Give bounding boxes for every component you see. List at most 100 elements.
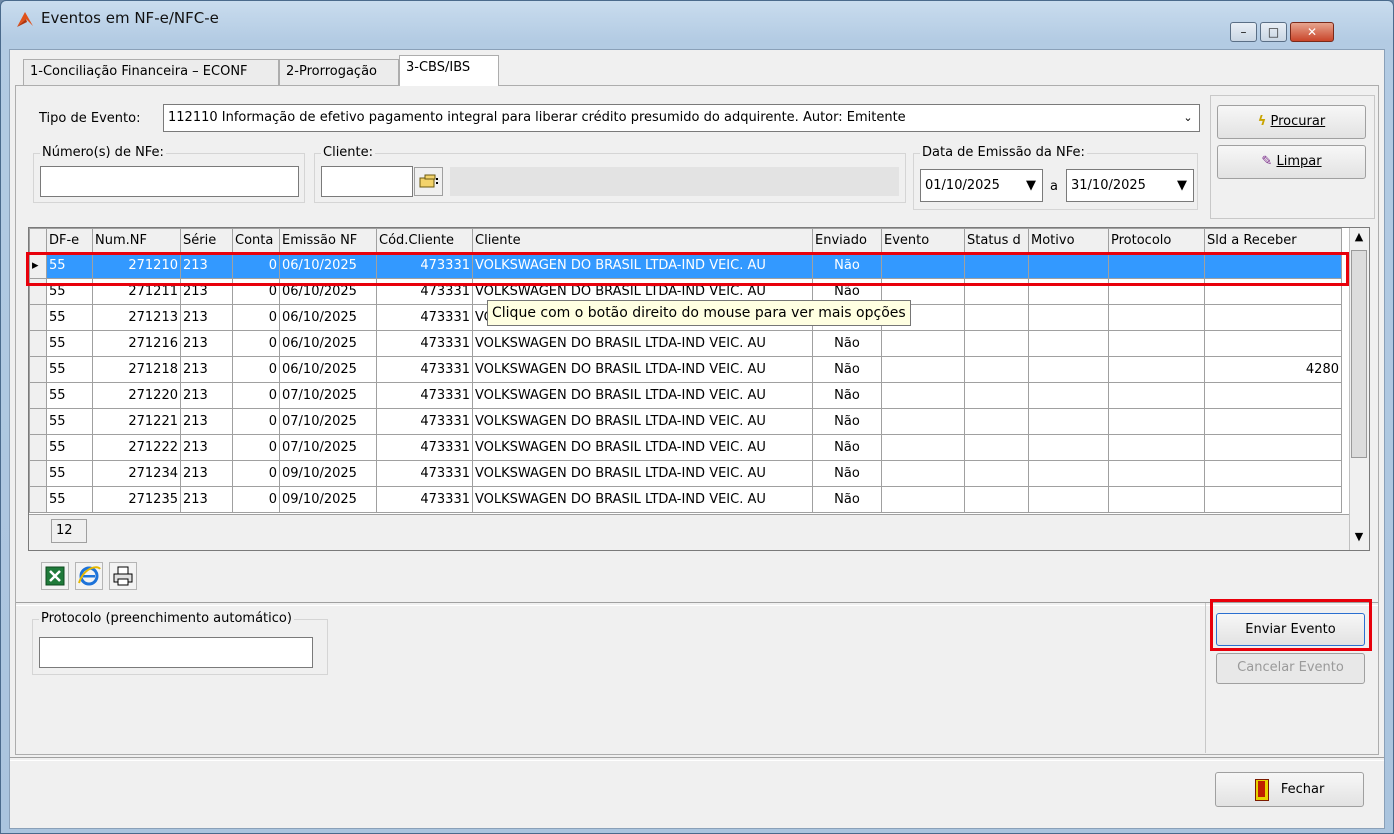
table-cell[interactable]: VOLKSWAGEN DO BRASIL LTDA-IND VEIC. AU bbox=[472, 408, 813, 435]
table-cell[interactable] bbox=[881, 486, 965, 513]
table-cell[interactable]: 271211 bbox=[92, 278, 181, 305]
table-cell[interactable] bbox=[1108, 486, 1205, 513]
row-indicator[interactable] bbox=[29, 304, 47, 331]
nfe-grid[interactable]: DF-e Num.NF Série Conta Emissão NF Cód.Client… bbox=[28, 227, 1370, 551]
table-cell[interactable]: 213 bbox=[180, 304, 233, 331]
excel-export-button[interactable] bbox=[41, 562, 69, 590]
protocolo-input[interactable] bbox=[39, 637, 313, 668]
table-row[interactable]: ▸ 55 271210 213 0 06/10/2025 473331 VOLKSWAGEN … bbox=[29, 252, 1342, 279]
table-cell[interactable] bbox=[1108, 434, 1205, 461]
procurar-button[interactable]: ϟ Procurar bbox=[1217, 105, 1366, 139]
table-cell[interactable]: VOLKSWAGEN DO BRASIL LTDA-IND VEIC. AU bbox=[472, 434, 813, 461]
cliente-lookup-button[interactable] bbox=[414, 167, 443, 196]
row-indicator[interactable] bbox=[29, 382, 47, 409]
enviar-evento-button[interactable]: Enviar Evento bbox=[1216, 613, 1365, 646]
table-cell[interactable]: 271222 bbox=[92, 434, 181, 461]
table-cell[interactable]: 06/10/2025 bbox=[279, 278, 377, 305]
close-button[interactable]: ✕ bbox=[1290, 22, 1334, 42]
table-row[interactable]: 55 271216 213 0 06/10/2025 473331 VOLKSWAGEN D… bbox=[29, 330, 1342, 357]
column-header[interactable]: Emissão NF bbox=[279, 228, 377, 253]
table-cell[interactable] bbox=[1028, 330, 1109, 357]
table-cell[interactable]: 213 bbox=[180, 460, 233, 487]
table-cell[interactable] bbox=[1204, 278, 1342, 305]
table-cell[interactable]: 55 bbox=[46, 382, 93, 409]
table-cell[interactable] bbox=[964, 460, 1029, 487]
cancelar-evento-button[interactable]: Cancelar Evento bbox=[1216, 653, 1365, 684]
table-cell[interactable] bbox=[1108, 330, 1205, 357]
table-cell[interactable]: 473331 bbox=[376, 252, 473, 279]
table-cell[interactable]: 06/10/2025 bbox=[279, 330, 377, 357]
table-cell[interactable]: 0 bbox=[232, 252, 280, 279]
table-cell[interactable]: 473331 bbox=[376, 382, 473, 409]
table-cell[interactable]: Não bbox=[812, 460, 882, 487]
table-cell[interactable]: 473331 bbox=[376, 278, 473, 305]
table-cell[interactable]: 473331 bbox=[376, 408, 473, 435]
table-cell[interactable]: 271221 bbox=[92, 408, 181, 435]
table-cell[interactable] bbox=[1028, 304, 1109, 331]
table-row[interactable]: 55 271234 213 0 09/10/2025 473331 VOLKSWAGEN D… bbox=[29, 460, 1342, 487]
table-cell[interactable]: 213 bbox=[180, 356, 233, 383]
table-cell[interactable] bbox=[881, 330, 965, 357]
cliente-code-input[interactable] bbox=[321, 166, 413, 197]
table-cell[interactable] bbox=[964, 252, 1029, 279]
table-cell[interactable]: 271235 bbox=[92, 486, 181, 513]
calendar-dropdown-icon[interactable]: ▼ bbox=[1171, 170, 1193, 201]
table-cell[interactable]: Não bbox=[812, 486, 882, 513]
row-indicator[interactable] bbox=[29, 460, 47, 487]
column-header[interactable]: Status d bbox=[964, 228, 1029, 253]
column-header[interactable]: Conta bbox=[232, 228, 280, 253]
tab-cbs-ibs[interactable]: 3-CBS/IBS bbox=[399, 55, 499, 86]
table-cell[interactable]: 213 bbox=[180, 408, 233, 435]
table-cell[interactable]: 473331 bbox=[376, 356, 473, 383]
table-cell[interactable]: 55 bbox=[46, 252, 93, 279]
table-cell[interactable] bbox=[964, 408, 1029, 435]
table-cell[interactable]: 07/10/2025 bbox=[279, 434, 377, 461]
table-cell[interactable]: 0 bbox=[232, 304, 280, 331]
table-cell[interactable]: VOLKSWAGEN DO BRASIL LTDA-IND VEIC. AU bbox=[472, 382, 813, 409]
table-row[interactable]: 55 271221 213 0 07/10/2025 473331 VOLKSWAGEN D… bbox=[29, 408, 1342, 435]
table-cell[interactable]: VOLKSWAGEN DO BRASIL LTDA-IND VEIC. AU bbox=[472, 356, 813, 383]
table-cell[interactable] bbox=[1204, 330, 1342, 357]
scroll-thumb[interactable] bbox=[1351, 250, 1367, 458]
table-cell[interactable]: 55 bbox=[46, 330, 93, 357]
table-cell[interactable]: Não bbox=[812, 252, 882, 279]
table-cell[interactable] bbox=[964, 278, 1029, 305]
table-cell[interactable]: 06/10/2025 bbox=[279, 356, 377, 383]
table-cell[interactable]: Não bbox=[812, 330, 882, 357]
table-cell[interactable] bbox=[1204, 434, 1342, 461]
table-row[interactable]: 55 271218 213 0 06/10/2025 473331 VOLKSWAGEN D… bbox=[29, 356, 1342, 383]
table-cell[interactable] bbox=[881, 252, 965, 279]
row-indicator[interactable]: ▸ bbox=[29, 252, 47, 279]
data-to-picker[interactable]: 31/10/2025 ▼ bbox=[1066, 169, 1194, 202]
table-cell[interactable]: 07/10/2025 bbox=[279, 408, 377, 435]
chevron-down-icon[interactable]: ⌄ bbox=[1177, 105, 1199, 131]
scroll-up-icon[interactable]: ▲ bbox=[1351, 230, 1367, 248]
table-cell[interactable]: 0 bbox=[232, 434, 280, 461]
print-button[interactable] bbox=[109, 562, 137, 590]
table-cell[interactable] bbox=[1028, 356, 1109, 383]
table-cell[interactable]: 06/10/2025 bbox=[279, 252, 377, 279]
column-header[interactable]: Evento bbox=[881, 228, 965, 253]
table-cell[interactable]: 55 bbox=[46, 486, 93, 513]
table-cell[interactable] bbox=[1108, 304, 1205, 331]
table-cell[interactable]: Não bbox=[812, 434, 882, 461]
table-cell[interactable]: 271234 bbox=[92, 460, 181, 487]
table-cell[interactable] bbox=[1204, 408, 1342, 435]
table-cell[interactable] bbox=[1028, 408, 1109, 435]
tab-conciliacao[interactable]: 1-Conciliação Financeira – ECONF bbox=[23, 59, 279, 85]
table-cell[interactable] bbox=[1028, 486, 1109, 513]
tab-prorrogacao[interactable]: 2-Prorrogação bbox=[279, 59, 399, 85]
table-cell[interactable] bbox=[1108, 252, 1205, 279]
table-cell[interactable] bbox=[1108, 382, 1205, 409]
table-cell[interactable]: 55 bbox=[46, 304, 93, 331]
table-cell[interactable] bbox=[881, 356, 965, 383]
table-cell[interactable] bbox=[964, 486, 1029, 513]
table-cell[interactable]: VOLKSWAGEN DO BRASIL LTDA-IND VEIC. AU bbox=[472, 486, 813, 513]
row-indicator[interactable] bbox=[29, 486, 47, 513]
table-cell[interactable] bbox=[1108, 278, 1205, 305]
scroll-down-icon[interactable]: ▼ bbox=[1351, 530, 1367, 548]
table-cell[interactable] bbox=[1204, 486, 1342, 513]
numeros-nfe-input[interactable] bbox=[40, 166, 299, 197]
table-row[interactable]: 55 271220 213 0 07/10/2025 473331 VOLKSWAGEN D… bbox=[29, 382, 1342, 409]
table-cell[interactable]: 473331 bbox=[376, 304, 473, 331]
